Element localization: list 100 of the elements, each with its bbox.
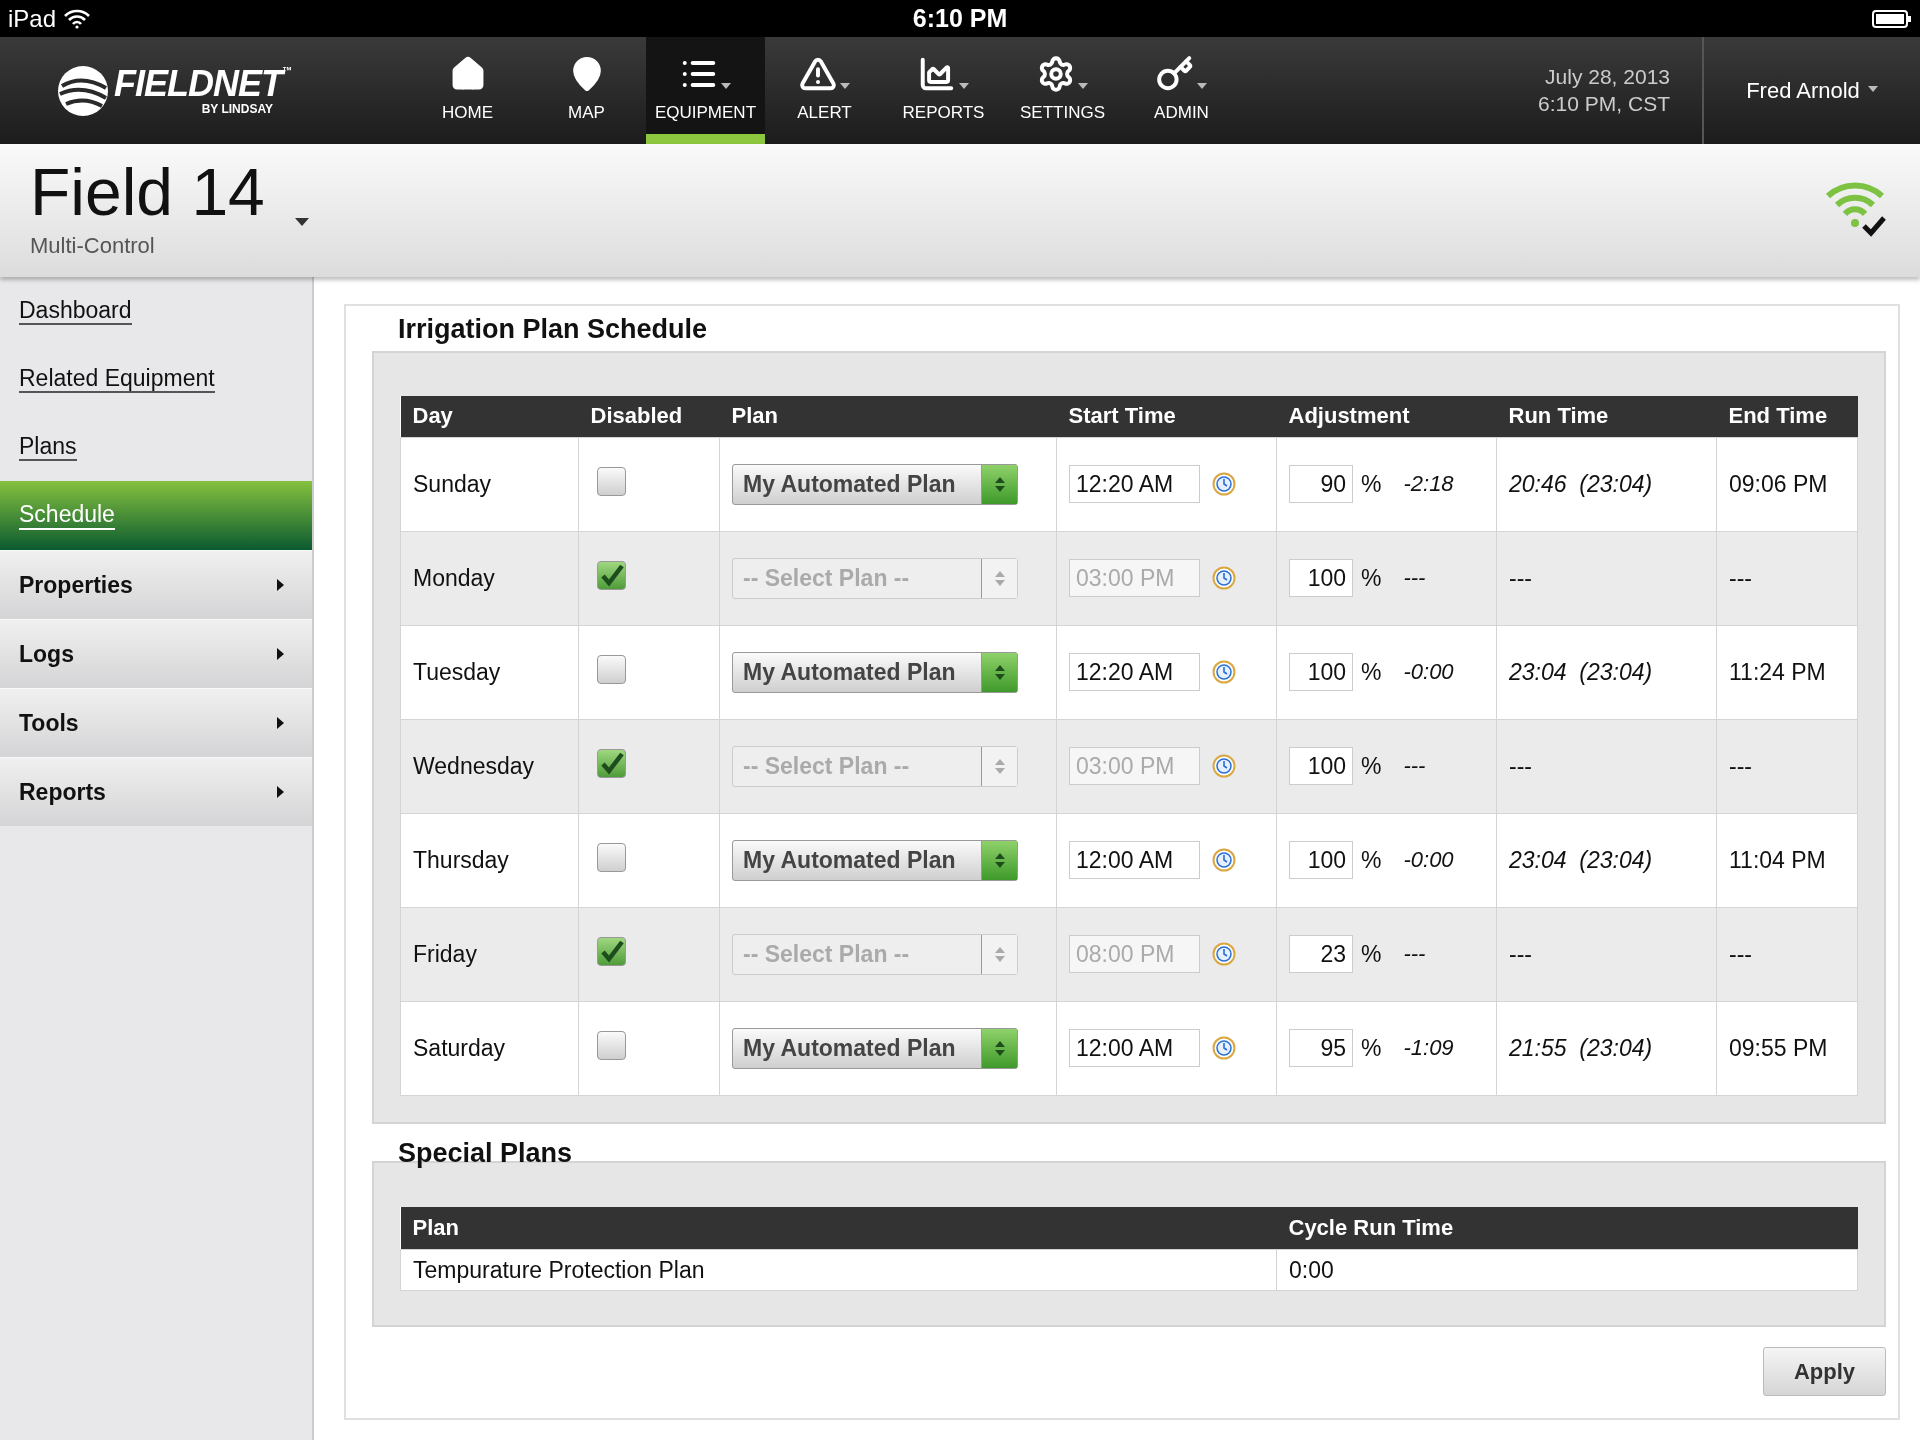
plan-select[interactable]: My Automated Plan — [732, 463, 1018, 505]
clock-icon[interactable] — [1212, 1036, 1236, 1060]
column-header: Day — [400, 396, 579, 437]
wifi-icon — [64, 8, 91, 29]
logo-byline: BY LINDSAY — [201, 101, 273, 116]
run-time-cell: 21:55 (23:04) — [1496, 1001, 1717, 1095]
sidebar-link[interactable]: Dashboard — [19, 296, 132, 326]
nav-tab[interactable]: HOME — [408, 37, 527, 144]
percent-sign: % — [1361, 470, 1382, 498]
run-time-cell: 23:04 (23:04) — [1496, 813, 1717, 907]
start-time-field[interactable]: 12:20 AM — [1069, 465, 1200, 503]
offset-text: -0:00 — [1403, 847, 1454, 873]
date-text: July 28, 2013 — [1545, 64, 1670, 91]
key-icon — [1156, 54, 1194, 93]
sidebar-link[interactable]: Related Equipment — [19, 364, 215, 394]
sidebar-section[interactable]: Logs — [0, 619, 312, 688]
run-time-cell: 20:46 (23:04) — [1496, 437, 1717, 531]
battery-icon — [1872, 9, 1912, 28]
percent-sign: % — [1361, 940, 1382, 968]
day-cell: Thursday — [400, 813, 579, 907]
plan-select[interactable]: My Automated Plan — [732, 839, 1018, 881]
day-cell: Monday — [400, 531, 579, 625]
checkbox[interactable] — [597, 654, 626, 684]
nav-tab[interactable]: MAP — [527, 37, 646, 144]
clock-icon[interactable] — [1212, 472, 1236, 496]
plan-select[interactable]: My Automated Plan — [732, 1027, 1018, 1069]
section-title: Irrigation Plan Schedule — [397, 313, 709, 346]
column-header: Disabled — [578, 396, 720, 437]
percent-sign: % — [1361, 1034, 1382, 1062]
column-header: Plan — [719, 396, 1057, 437]
checkbox[interactable] — [597, 466, 626, 496]
percent-sign: % — [1361, 564, 1382, 592]
percent-sign: % — [1361, 658, 1382, 686]
expand-arrow-icon — [277, 786, 284, 798]
adjustment-field[interactable]: 95 — [1289, 1029, 1353, 1067]
plan-cell: Tempurature Protection Plan — [400, 1249, 1277, 1291]
adjustment-field[interactable]: 100 — [1289, 841, 1353, 879]
clock-icon[interactable] — [1212, 848, 1236, 872]
run-time-cell: --- — [1496, 907, 1717, 1001]
adjustment-field[interactable]: 100 — [1289, 653, 1353, 691]
device-name: iPad — [8, 4, 57, 33]
end-time-cell: --- — [1716, 531, 1858, 625]
caret-icon[interactable] — [1867, 85, 1878, 92]
run-time-cell: --- — [1496, 531, 1717, 625]
offset-text: --- — [1403, 753, 1426, 779]
column-header: Plan — [400, 1206, 1277, 1250]
cycle-run-time-cell: 0:00 — [1276, 1249, 1858, 1291]
clock-icon[interactable] — [1212, 566, 1236, 590]
start-time-field[interactable]: 12:20 AM — [1069, 653, 1200, 691]
checkbox[interactable] — [597, 842, 626, 872]
run-time-cell: 23:04 (23:04) — [1496, 625, 1717, 719]
caret-icon[interactable] — [294, 218, 309, 226]
clock-icon[interactable] — [1212, 942, 1236, 966]
nav-tab[interactable]: ALERT — [765, 37, 884, 144]
column-header: End Time — [1716, 396, 1858, 437]
day-cell: Tuesday — [400, 625, 579, 719]
time-text: 6:10 PM, CST — [1538, 90, 1670, 117]
offset-text: -1:09 — [1403, 1035, 1454, 1061]
clock-time: 6:10 PM — [912, 4, 1008, 33]
run-time-cell: --- — [1496, 719, 1717, 813]
nav-tab[interactable]: ADMIN — [1122, 37, 1241, 144]
day-cell: Friday — [400, 907, 579, 1001]
logo-text: FIELDNET™ — [114, 65, 291, 102]
nav-tab[interactable]: REPORTS — [884, 37, 1003, 144]
start-time-field[interactable]: 12:00 AM — [1069, 841, 1200, 879]
checkbox[interactable] — [597, 1030, 626, 1060]
sidebar-section[interactable]: Reports — [0, 757, 312, 826]
column-header: Adjustment — [1276, 396, 1497, 437]
start-time-field[interactable]: 12:00 AM — [1069, 1029, 1200, 1067]
sidebar-link[interactable]: Schedule — [19, 501, 115, 530]
field-subtitle: Multi-Control — [30, 232, 156, 259]
sidebar-link[interactable]: Plans — [19, 432, 77, 462]
column-header: Start Time — [1056, 396, 1277, 437]
apply-button[interactable]: Apply — [1763, 1347, 1886, 1396]
nav-tab[interactable]: SETTINGS — [1003, 37, 1122, 144]
expand-arrow-icon — [277, 717, 284, 729]
clock-icon[interactable] — [1212, 660, 1236, 684]
logo-icon — [56, 63, 110, 118]
end-time-cell: 09:55 PM — [1716, 1001, 1858, 1095]
field-title: Field 14 — [30, 156, 265, 229]
offset-text: --- — [1403, 941, 1426, 967]
section-title: Special Plans — [397, 1136, 574, 1170]
end-time-cell: --- — [1716, 907, 1858, 1001]
day-cell: Wednesday — [400, 719, 579, 813]
day-cell: Saturday — [400, 1001, 579, 1095]
sidebar-section[interactable]: Properties — [0, 550, 312, 619]
nav-tab[interactable]: EQUIPMENT — [646, 37, 765, 144]
offset-text: --- — [1403, 565, 1426, 591]
percent-sign: % — [1361, 752, 1382, 780]
percent-sign: % — [1361, 846, 1382, 874]
user-name[interactable]: Fred Arnold — [1746, 77, 1860, 104]
settings-icon — [1037, 54, 1075, 93]
offset-text: -0:00 — [1403, 659, 1454, 685]
column-header: Run Time — [1496, 396, 1717, 437]
clock-icon[interactable] — [1212, 754, 1236, 778]
adjustment-field[interactable]: 90 — [1289, 465, 1353, 503]
end-time-cell: 11:04 PM — [1716, 813, 1858, 907]
sidebar-section[interactable]: Tools — [0, 688, 312, 757]
plan-select[interactable]: My Automated Plan — [732, 651, 1018, 693]
day-cell: Sunday — [400, 437, 579, 531]
